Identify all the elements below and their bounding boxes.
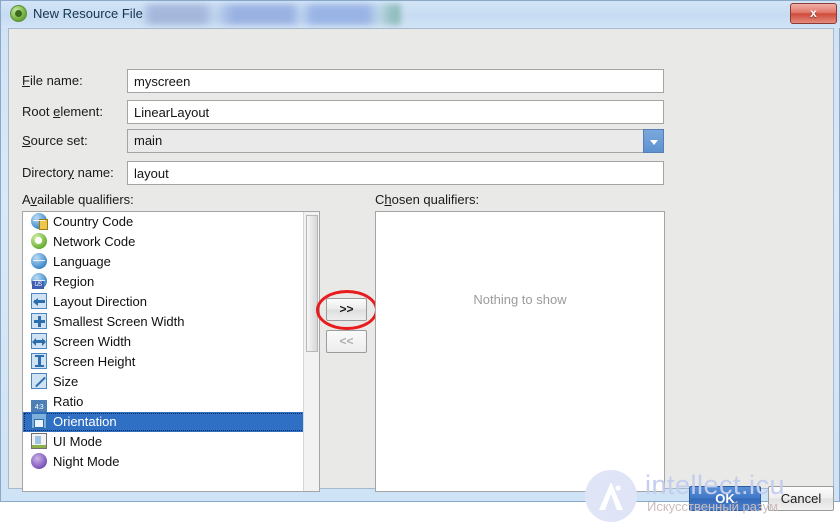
dialog-content: File name: Root element: Source set: mai… <box>8 28 834 522</box>
green-circle-icon <box>31 233 47 249</box>
qualifier-label: Size <box>53 374 79 389</box>
scrollbar-thumb[interactable] <box>306 215 318 352</box>
cancel-button[interactable]: Cancel <box>768 486 834 511</box>
file-name-input[interactable] <box>127 69 664 93</box>
arrows-four-way-icon <box>31 313 47 329</box>
source-set-label: Source set: <box>22 133 88 148</box>
monitor-icon <box>31 413 47 429</box>
available-list-scrollbar[interactable] <box>303 212 319 491</box>
ui-mode-icon <box>31 433 47 449</box>
title-bar: New Resource File x <box>1 1 840 28</box>
qualifier-list-item[interactable]: Orientation <box>23 412 305 432</box>
qualifier-label: Night Mode <box>53 454 120 469</box>
qualifier-label: Language <box>53 254 111 269</box>
qualifier-label: Smallest Screen Width <box>53 314 185 329</box>
qualifier-label: Layout Direction <box>53 294 147 309</box>
qualifier-list-item[interactable]: Layout Direction <box>23 292 305 312</box>
arrows-vertical-icon <box>31 353 47 369</box>
qualifier-list-item[interactable]: UI Mode <box>23 432 305 452</box>
close-icon[interactable]: x <box>790 3 837 24</box>
globe-icon <box>31 253 47 269</box>
qualifier-list-item[interactable]: Language <box>23 252 305 272</box>
remove-qualifier-button[interactable]: << <box>326 330 367 353</box>
dialog-window: New Resource File x File name: Root elem… <box>0 0 840 522</box>
directory-name-label: Directory name: <box>22 165 114 180</box>
arrows-horizontal-icon <box>31 333 47 349</box>
qualifier-list-item[interactable]: Size <box>23 372 305 392</box>
arrow-left-icon <box>31 293 47 309</box>
globe-us-icon: US <box>31 273 47 289</box>
qualifier-list-item[interactable]: Country Code <box>23 212 305 232</box>
chosen-qualifiers-label: Chosen qualifiers: <box>375 192 480 207</box>
arrow-diagonal-icon <box>31 373 47 389</box>
globe-tag-icon <box>31 213 48 230</box>
qualifier-label: Orientation <box>53 414 117 429</box>
available-qualifiers-items: Country Code Network Code Language US Region… <box>23 212 305 472</box>
qualifier-list-item[interactable]: Smallest Screen Width <box>23 312 305 332</box>
ok-button[interactable]: OK <box>689 486 761 511</box>
root-element-label: Root element: <box>22 104 103 119</box>
annotation-ellipse <box>316 290 378 330</box>
root-element-input[interactable] <box>127 100 664 124</box>
available-qualifiers-list[interactable]: Country Code Network Code Language US Region… <box>22 211 320 492</box>
source-set-value: main <box>127 129 643 153</box>
file-name-label: File name: <box>22 73 83 88</box>
directory-name-input[interactable] <box>127 161 664 185</box>
qualifier-label: Screen Height <box>53 354 136 369</box>
qualifier-list-item[interactable]: 4:3 Ratio <box>23 392 305 416</box>
android-icon <box>10 5 27 22</box>
qualifier-label: Ratio <box>53 394 84 409</box>
qualifier-label: Screen Width <box>53 334 132 349</box>
qualifier-list-item[interactable]: Night Mode <box>23 452 305 472</box>
window-title: New Resource File <box>33 6 143 21</box>
night-mode-icon <box>31 453 47 469</box>
chosen-qualifiers-list[interactable]: Nothing to show <box>375 211 665 492</box>
source-set-dropdown[interactable]: main <box>127 129 664 153</box>
qualifier-list-item[interactable]: Network Code <box>23 232 305 252</box>
qualifier-list-item[interactable]: Screen Width <box>23 332 305 352</box>
chosen-empty-text: Nothing to show <box>473 292 567 307</box>
qualifier-list-item[interactable]: Screen Height <box>23 352 305 372</box>
qualifier-label: Network Code <box>53 234 136 249</box>
qualifier-label: UI Mode <box>53 434 103 449</box>
chevron-down-icon[interactable] <box>643 129 664 153</box>
redacted-path-text <box>141 4 401 25</box>
qualifier-list-item[interactable]: US Region <box>23 272 305 292</box>
qualifier-label: Country Code <box>53 214 134 229</box>
available-qualifiers-label: Available qualifiers: <box>22 192 134 207</box>
qualifier-label: Region <box>53 274 95 289</box>
